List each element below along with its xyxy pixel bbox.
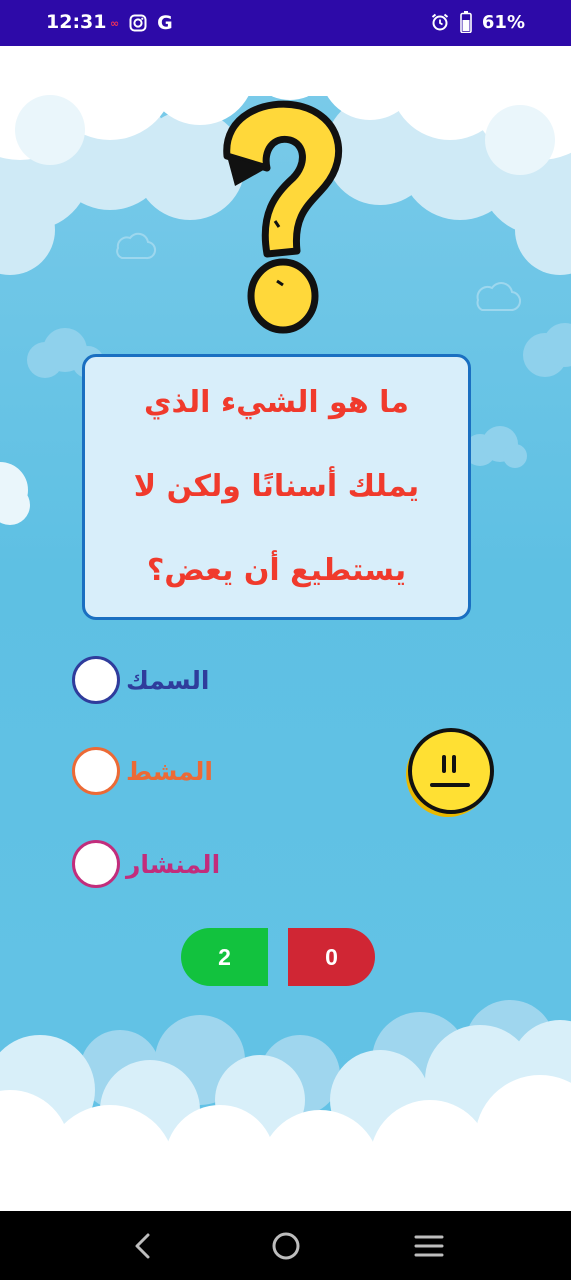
battery-percent: 61%	[481, 11, 525, 33]
question-mark-icon	[223, 100, 343, 334]
battery-icon	[460, 11, 472, 33]
instagram-icon	[129, 14, 147, 32]
answer-option-1[interactable]: السمك	[72, 653, 209, 707]
correct-score-badge: 2	[181, 928, 268, 986]
radio-button[interactable]	[72, 747, 120, 795]
radio-button[interactable]	[72, 656, 120, 704]
question-text: ما هو الشيء الذي يملك أسنانًا ولكن لا يس…	[107, 361, 447, 613]
answer-label: السمك	[126, 665, 210, 695]
status-icons-right: 61%	[430, 11, 525, 33]
radio-button[interactable]	[72, 840, 120, 888]
alarm-icon	[431, 13, 449, 31]
neutral-face-icon	[406, 728, 494, 817]
question-line: يستطيع أن يعض؟	[146, 553, 407, 588]
answer-option-2[interactable]: المشط	[72, 744, 213, 798]
notification-icon: ∞	[110, 16, 120, 30]
question-card: ما هو الشيء الذي يملك أسنانًا ولكن لا يس…	[82, 354, 471, 620]
answer-option-3[interactable]: المنشار	[72, 837, 220, 891]
question-line: ما هو الشيء الذي	[144, 385, 409, 420]
back-icon[interactable]	[126, 1229, 160, 1263]
google-icon: G	[157, 12, 173, 34]
answer-label: المنشار	[126, 849, 221, 879]
question-line: يملك أسنانًا ولكن لا	[133, 469, 420, 504]
home-icon[interactable]	[269, 1229, 303, 1263]
wrong-score-badge: 0	[288, 928, 375, 986]
status-bar: 12:31 ∞ G 61%	[0, 0, 571, 46]
status-icons-left: ∞ G	[110, 12, 173, 34]
menu-icon[interactable]	[412, 1229, 446, 1263]
navigation-bar	[0, 1211, 571, 1280]
status-time: 12:31	[46, 11, 107, 33]
answer-label: المشط	[126, 756, 213, 786]
game-background	[0, 46, 571, 1211]
